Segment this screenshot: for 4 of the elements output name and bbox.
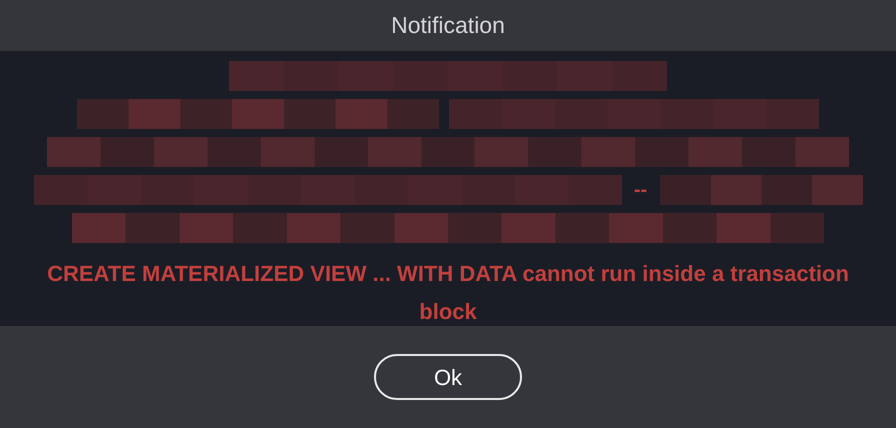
separator-text: -- — [632, 178, 648, 203]
error-message: CREATE MATERIALIZED VIEW ... WITH DATA cannot run inside a transaction block — [46, 260, 850, 326]
window-title: Notification — [391, 11, 505, 40]
ok-button[interactable]: Ok — [374, 354, 522, 400]
